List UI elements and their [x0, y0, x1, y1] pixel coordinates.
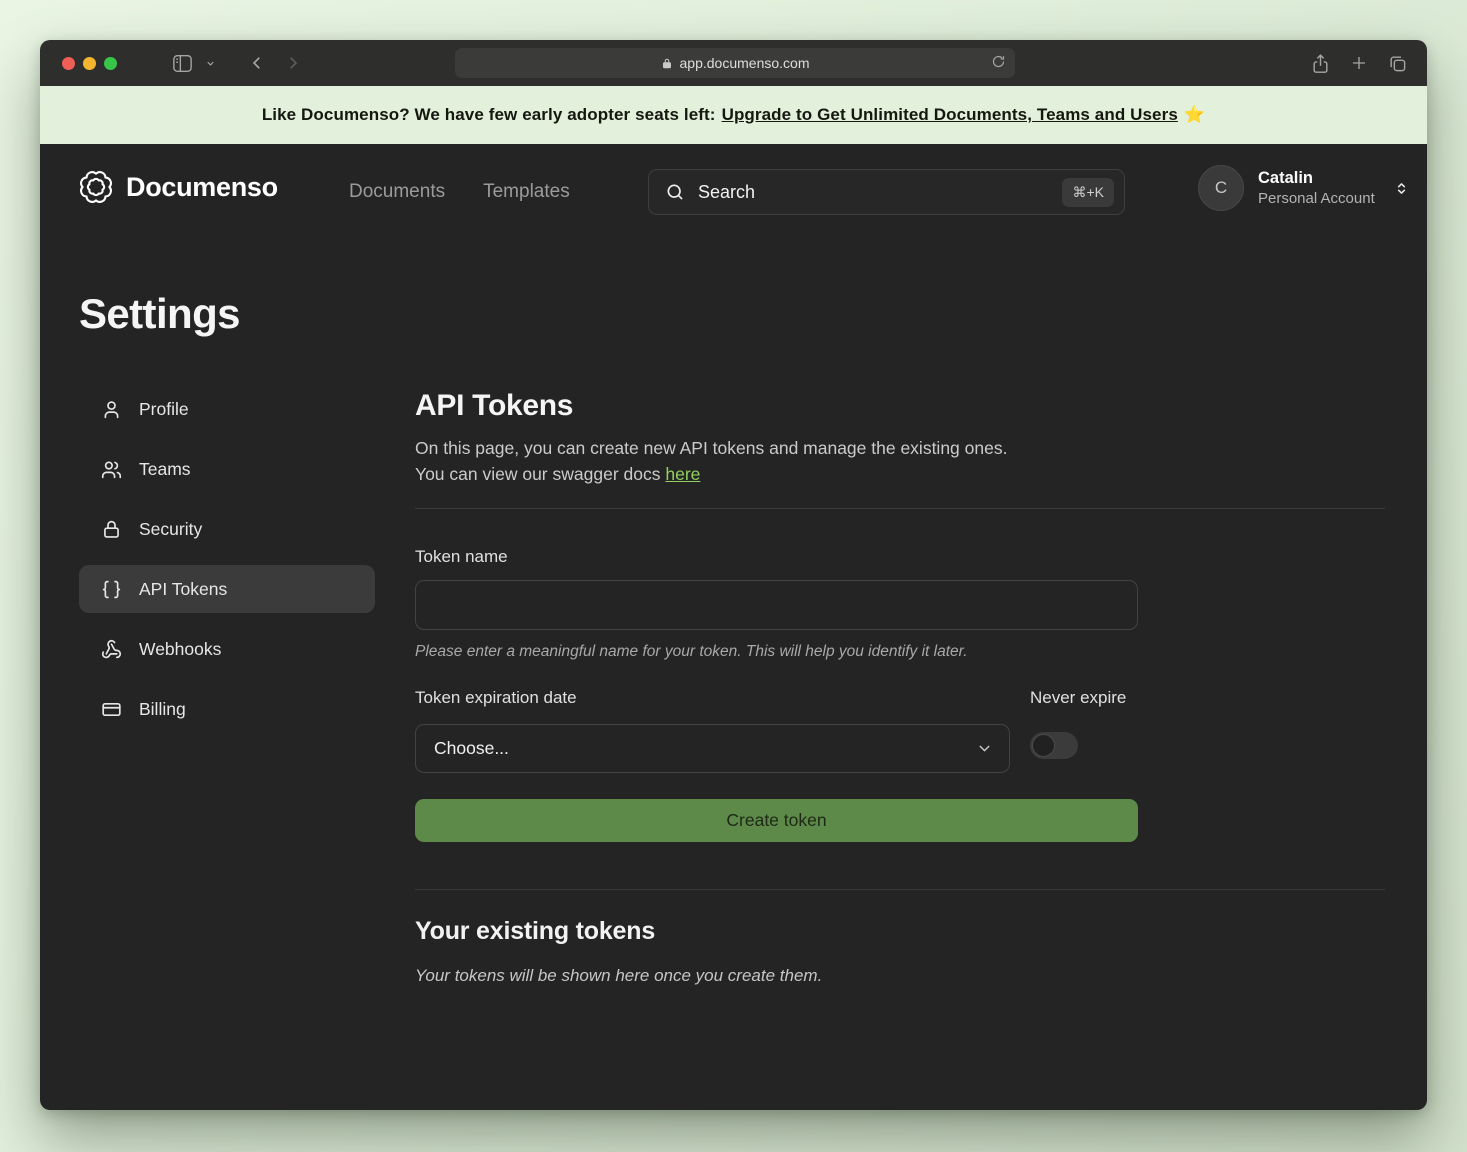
sidebar-item-api-tokens[interactable]: API Tokens	[79, 565, 375, 613]
window-controls	[62, 40, 117, 86]
sidebar-item-billing[interactable]: Billing	[79, 685, 375, 733]
banner-text: Like Documenso? We have few early adopte…	[262, 105, 716, 125]
brand[interactable]: Documenso	[79, 170, 278, 204]
token-name-input[interactable]	[415, 580, 1138, 630]
section-description: On this page, you can create new API tok…	[415, 435, 1385, 487]
sidebar-dropdown-icon[interactable]	[205, 58, 216, 69]
star-emoji: ⭐	[1184, 105, 1205, 125]
expiration-label: Token expiration date	[415, 688, 1385, 708]
chevron-down-icon	[976, 740, 993, 757]
brand-name: Documenso	[126, 172, 278, 203]
sidebar-item-security[interactable]: Security	[79, 505, 375, 553]
divider	[415, 889, 1385, 890]
sidebar-toggle-icon[interactable]	[172, 54, 193, 73]
existing-tokens-empty-text: Your tokens will be shown here once you …	[415, 966, 1385, 986]
url-text: app.documenso.com	[680, 55, 810, 71]
create-token-button[interactable]: Create token	[415, 799, 1138, 842]
reload-icon[interactable]	[991, 54, 1006, 69]
nav-documents[interactable]: Documents	[349, 181, 445, 203]
address-bar[interactable]: app.documenso.com	[455, 48, 1015, 78]
users-icon	[101, 459, 122, 480]
new-tab-icon[interactable]	[1350, 54, 1368, 72]
browser-window: app.documenso.com Like Documenso? We hav…	[40, 40, 1427, 1110]
never-expire-label: Never expire	[1030, 688, 1126, 708]
token-name-help: Please enter a meaningful name for your …	[415, 643, 1385, 661]
existing-tokens-heading: Your existing tokens	[415, 917, 1385, 946]
sidebar-item-teams[interactable]: Teams	[79, 445, 375, 493]
nav-templates[interactable]: Templates	[483, 181, 570, 203]
chevrons-up-down-icon	[1393, 180, 1410, 197]
promo-banner: Like Documenso? We have few early adopte…	[40, 86, 1427, 144]
api-tokens-panel: API Tokens On this page, you can create …	[415, 389, 1385, 986]
account-menu[interactable]: C Catalin Personal Account	[1198, 165, 1410, 211]
expiration-select[interactable]: Choose...	[415, 724, 1010, 773]
search-placeholder: Search	[698, 182, 755, 203]
minimize-window-button[interactable]	[83, 57, 96, 70]
never-expire-toggle[interactable]	[1030, 732, 1078, 759]
page-title: Settings	[79, 290, 240, 338]
documenso-logo-icon	[79, 170, 113, 204]
settings-sidebar: Profile Teams Security API Tokens Webhoo…	[79, 385, 375, 745]
expiration-value: Choose...	[434, 738, 509, 759]
search-shortcut-badge: ⌘+K	[1062, 178, 1114, 207]
swagger-docs-link[interactable]: here	[665, 464, 700, 484]
avatar: C	[1198, 165, 1244, 211]
browser-toolbar: app.documenso.com	[40, 40, 1427, 86]
toggle-knob	[1032, 734, 1055, 757]
main-nav: Documents Templates	[349, 181, 570, 203]
tab-overview-icon[interactable]	[1388, 54, 1407, 73]
zoom-window-button[interactable]	[104, 57, 117, 70]
webhook-icon	[101, 639, 122, 660]
divider	[415, 508, 1385, 509]
user-icon	[101, 399, 122, 420]
account-name: Catalin	[1258, 169, 1375, 188]
app-content: Documenso Documents Templates Search ⌘+K…	[40, 144, 1427, 1110]
share-icon[interactable]	[1311, 53, 1330, 74]
search-icon	[665, 182, 685, 202]
token-name-label: Token name	[415, 547, 1385, 567]
back-icon[interactable]	[248, 54, 266, 72]
forward-icon[interactable]	[284, 54, 302, 72]
braces-icon	[101, 579, 122, 600]
section-heading: API Tokens	[415, 389, 1385, 423]
upgrade-link[interactable]: Upgrade to Get Unlimited Documents, Team…	[722, 105, 1178, 125]
sidebar-item-profile[interactable]: Profile	[79, 385, 375, 433]
lock-icon	[101, 519, 122, 540]
account-type: Personal Account	[1258, 190, 1375, 207]
credit-card-icon	[101, 699, 122, 720]
search-bar[interactable]: Search ⌘+K	[648, 169, 1125, 215]
close-window-button[interactable]	[62, 57, 75, 70]
sidebar-item-webhooks[interactable]: Webhooks	[79, 625, 375, 673]
tls-lock-icon	[661, 57, 673, 70]
